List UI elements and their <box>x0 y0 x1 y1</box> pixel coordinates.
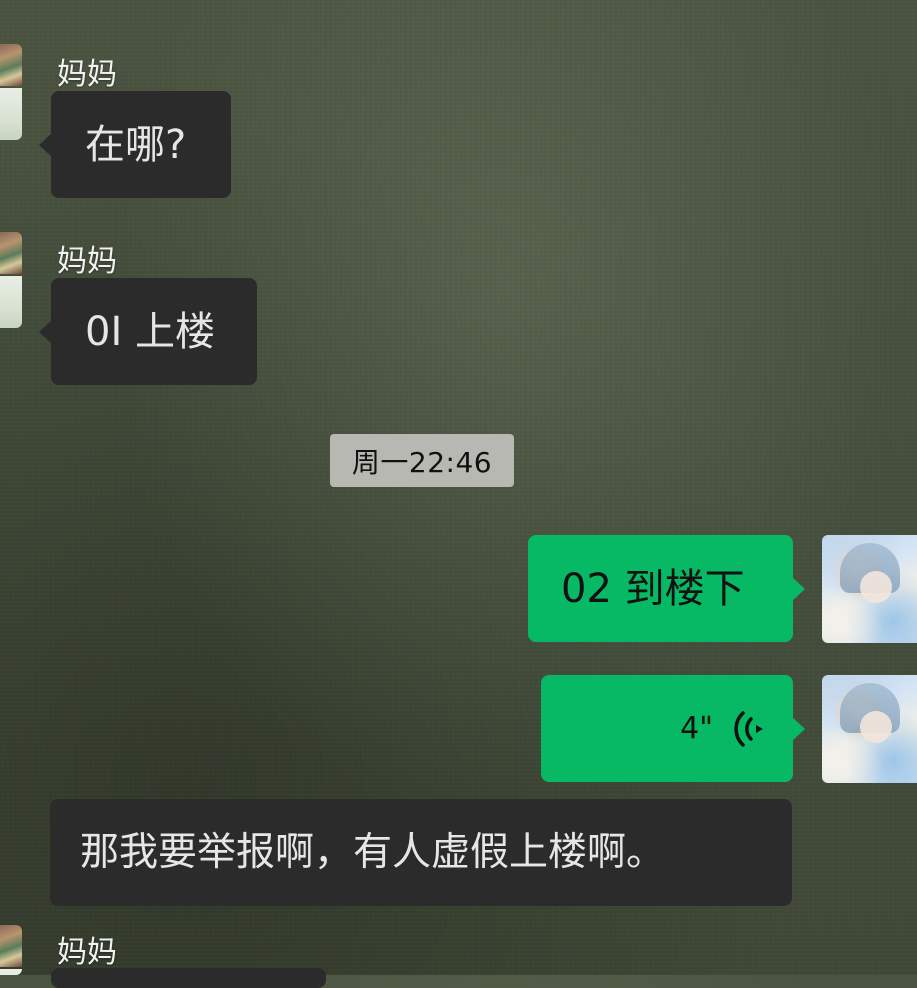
avatar-mom-2[interactable] <box>0 232 22 328</box>
sender-name: 妈妈 <box>57 244 117 279</box>
message-bubble-incoming[interactable]: 在哪? <box>39 91 231 198</box>
message-bubble-incoming-partial[interactable] <box>51 968 326 988</box>
avatar-me[interactable] <box>822 675 917 783</box>
sender-name: 妈妈 <box>57 57 117 92</box>
timestamp-badge: 周一22:46 <box>330 434 514 487</box>
message-text: 在哪? <box>85 121 187 168</box>
sender-name: 妈妈 <box>57 935 117 970</box>
avatar-me[interactable] <box>822 535 917 643</box>
voice-wave-icon <box>734 710 763 747</box>
message-bubble-incoming[interactable]: 那我要举报啊，有人虚假上楼啊。 <box>50 799 792 906</box>
avatar-mom-3[interactable] <box>0 925 22 975</box>
voice-duration: 4" <box>680 710 713 746</box>
message-text: 那我要举报啊，有人虚假上楼啊。 <box>80 830 666 875</box>
message-bubble-outgoing[interactable]: 02 到楼下 <box>528 535 805 642</box>
message-bubble-incoming[interactable]: 0I 上楼 <box>39 278 257 385</box>
message-text: 02 到楼下 <box>561 565 745 612</box>
avatar-mom-1[interactable] <box>0 44 22 140</box>
message-text: 0I 上楼 <box>85 308 215 355</box>
voice-message-bubble[interactable]: 4" <box>541 675 805 782</box>
